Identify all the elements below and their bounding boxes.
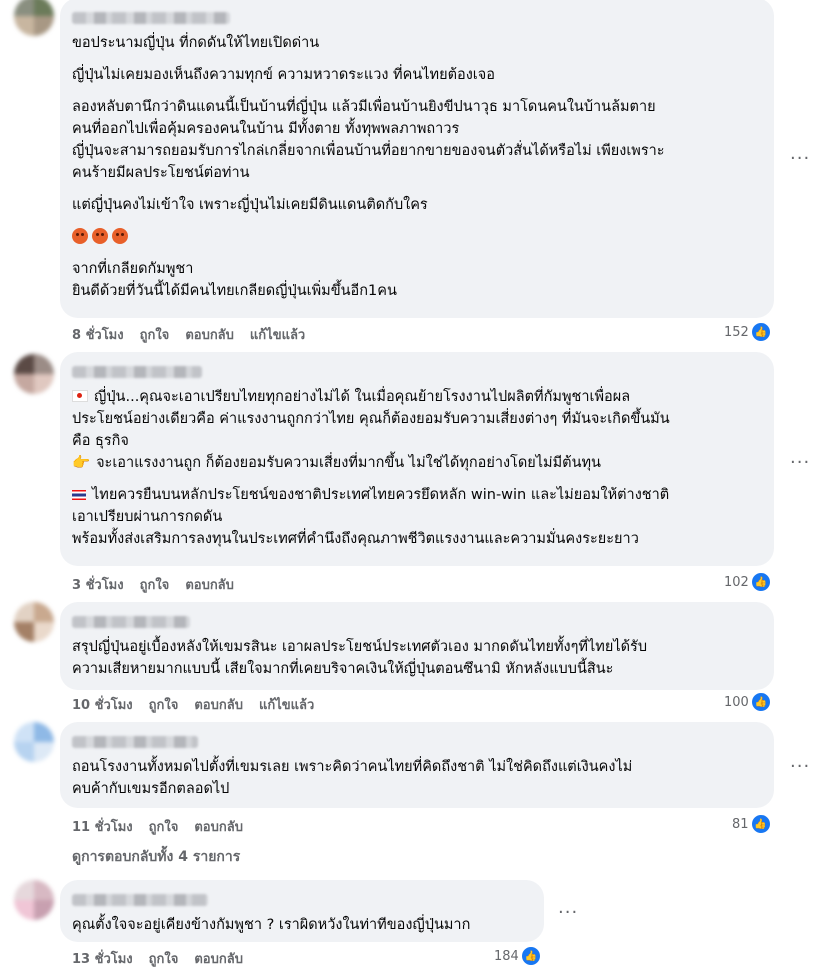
angry-emoji-row [72,226,762,248]
like-button[interactable]: ถูกใจ [140,574,170,595]
author-name[interactable] [72,894,208,906]
comment-text: แต่ญี่ปุ่นคงไม่เข้าใจ เพราะญี่ปุ่นไม่เคย… [72,197,428,213]
author-name[interactable] [72,616,190,628]
reply-button[interactable]: ตอบกลับ [185,574,234,595]
like-icon: 👍 [750,814,771,834]
angry-face-icon [92,228,108,244]
comment-text: สรุปญี่ปุ่นอยู่เบื้องหลังให้เขมรสินะ เอา… [72,639,648,655]
like-icon: 👍 [750,322,771,342]
comment-bubble: ถอนโรงงานทั้งหมดไปตั้งที่เขมรเลย เพราะคิ… [60,722,774,808]
comment-text: ลองหลับตานึกว่าดินแดนนี้เป็นบ้านที่ญี่ปุ… [72,99,656,115]
reaction-count[interactable]: 152 👍 [724,322,771,342]
like-button[interactable]: ถูกใจ [149,694,179,715]
comment-actions: 11 ชั่วโมง ถูกใจ ตอบกลับ [72,816,243,837]
like-button[interactable]: ถูกใจ [149,816,179,837]
comment-text: คนที่ออกไปเพื่อคุ้มครองคนในบ้าน มีทั้งตา… [72,121,460,137]
comment-text: คุณตั้งใจจะอยู่เคียงข้างกัมพูชา ? เราผิด… [72,917,471,933]
comment-text: จากที่เกลียดกัมพูชา [72,261,194,277]
avatar[interactable] [14,722,54,762]
comment-actions: 10 ชั่วโมง ถูกใจ ตอบกลับ แก้ไขแล้ว [72,694,314,715]
timestamp[interactable]: 8 ชั่วโมง [72,324,124,345]
comment-text: เอาเปรียบผ่านการกดดัน [72,509,223,525]
more-options-icon[interactable]: ··· [790,756,810,777]
angry-face-icon [72,228,88,244]
angry-face-icon [112,228,128,244]
timestamp[interactable]: 11 ชั่วโมง [72,816,133,837]
like-button[interactable]: ถูกใจ [140,324,170,345]
comment-text: 👉 จะเอาแรงงานถูก ก็ต้องยอมรับความเสี่ยงที… [72,452,762,474]
avatar[interactable] [14,0,54,36]
comment-text: คนร้ายมีผลประโยชน์ต่อท่าน [72,165,250,181]
avatar[interactable] [14,354,54,394]
more-options-icon[interactable]: ··· [558,902,578,923]
reaction-count[interactable]: 184 👍 [494,946,541,966]
comment-text: ญี่ปุ่นจะสามารถยอมรับการไกล่เกลี่ยจากเพื… [72,143,665,159]
comment-text: คือ ธุรกิจ [72,433,129,449]
comment-text: ญี่ปุ่นไม่เคยมองเห็นถึงความทุกข์ ความหวา… [72,67,495,83]
comment-bubble: คุณตั้งใจจะอยู่เคียงข้างกัมพูชา ? เราผิด… [60,880,544,942]
like-icon: 👍 [520,946,541,966]
comment-bubble: ขอประนามญี่ปุ่น ที่กดดันให้ไทยเปิดด่าน ญ… [60,0,774,318]
japan-flag-icon [72,390,88,402]
reaction-count[interactable]: 100 👍 [724,692,771,712]
comment-text: ประโยชน์อย่างเดียวคือ ค่าแรงงานถูกกว่าไท… [72,411,670,427]
comment-actions: 3 ชั่วโมง ถูกใจ ตอบกลับ [72,574,234,595]
reaction-number: 152 [724,324,749,340]
pointing-hand-icon: 👉 [72,455,91,471]
comment-text: คบค้ากับเขมรอีกตลอดไป [72,781,230,797]
comment-text: ญี่ปุ่น...คุณจะเอาเปรียบไทยทุกอย่างไม่ได… [72,386,762,408]
reaction-number: 184 [494,948,519,964]
comment-text: ยินดีด้วยที่วันนี้ได้มีคนไทยเกลียดญี่ปุ่… [72,283,397,299]
comment-text: ไทยควรยืนบนหลักประโยชน์ของชาติประเทศไทยค… [72,484,762,506]
author-name[interactable] [72,366,202,378]
edited-label: แก้ไขแล้ว [249,328,306,343]
reaction-number: 100 [724,694,749,710]
reaction-number: 102 [724,574,749,590]
comment-text: พร้อมทั้งส่งเสริมการลงทุนในประเทศที่คำนึ… [72,531,639,547]
reply-button[interactable]: ตอบกลับ [185,324,234,345]
comment-text: ความเสียหายมากแบบนี้ เสียใจมากที่เคยบริจ… [72,661,614,677]
more-options-icon[interactable]: ··· [790,148,810,169]
edited-label: แก้ไขแล้ว [258,698,315,713]
like-icon: 👍 [750,692,771,712]
like-icon: 👍 [750,572,771,592]
comment-actions: 8 ชั่วโมง ถูกใจ ตอบกลับ แก้ไขแล้ว [72,324,305,345]
reaction-count[interactable]: 81 👍 [732,814,771,834]
more-options-icon[interactable]: ··· [790,452,810,473]
comment-text: ถอนโรงงานทั้งหมดไปตั้งที่เขมรเลย เพราะคิ… [72,759,633,775]
timestamp[interactable]: 3 ชั่วโมง [72,574,124,595]
comment-bubble: สรุปญี่ปุ่นอยู่เบื้องหลังให้เขมรสินะ เอา… [60,602,774,690]
reaction-count[interactable]: 102 👍 [724,572,771,592]
author-name[interactable] [72,736,198,748]
comment-bubble: ญี่ปุ่น...คุณจะเอาเปรียบไทยทุกอย่างไม่ได… [60,352,774,566]
reply-button[interactable]: ตอบกลับ [194,816,243,837]
reaction-number: 81 [732,816,749,832]
avatar[interactable] [14,880,54,920]
comment-text: ขอประนามญี่ปุ่น ที่กดดันให้ไทยเปิดด่าน [72,35,320,51]
timestamp[interactable]: 10 ชั่วโมง [72,694,133,715]
author-name[interactable] [72,12,230,24]
reply-button[interactable]: ตอบกลับ [194,694,243,715]
thailand-flag-icon [72,490,86,500]
avatar[interactable] [14,602,54,642]
view-replies-link[interactable]: ดูการตอบกลับทั้ง 4 รายการ [72,846,240,868]
